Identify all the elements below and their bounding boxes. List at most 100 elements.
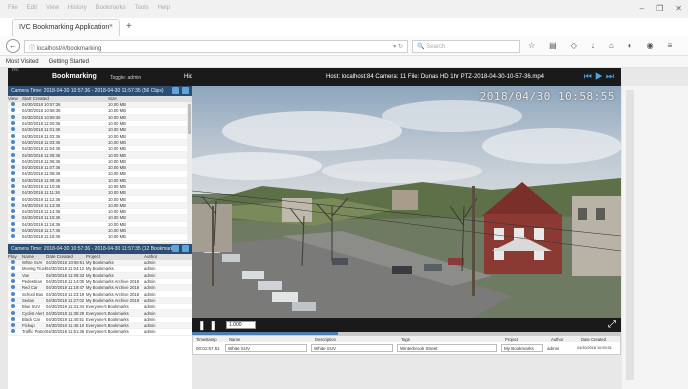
- view-clip-icon[interactable]: [8, 209, 22, 214]
- pause-icon[interactable]: ❚❚: [198, 320, 221, 330]
- menu-bookmarks[interactable]: Bookmarks: [96, 5, 126, 11]
- view-clip-icon[interactable]: [8, 228, 22, 233]
- view-clip-icon[interactable]: [8, 146, 22, 151]
- collapse-icon[interactable]: [172, 87, 179, 94]
- view-clip-icon[interactable]: [8, 202, 22, 208]
- bookmark-name: White SUV: [22, 260, 43, 266]
- close-tab-icon[interactable]: ×: [109, 23, 113, 30]
- url-bar[interactable]: ⓘ localhost/#/bookmarking ▾ ↻: [24, 40, 408, 53]
- tab-title: IVC Bookmarking Application: [19, 24, 110, 31]
- clip-size: 10.00 MB: [108, 152, 126, 158]
- view-clip-icon[interactable]: [8, 152, 22, 158]
- clip-size: 10.00 MB: [108, 221, 126, 227]
- play-bookmark-icon[interactable]: [8, 310, 22, 316]
- form-col-tags: Tags: [401, 336, 410, 342]
- star-icon[interactable]: ☆: [528, 41, 535, 50]
- view-clip-icon[interactable]: [8, 127, 22, 132]
- view-clip-icon[interactable]: [8, 158, 22, 164]
- play-bookmark-icon[interactable]: [8, 291, 22, 297]
- camera-view[interactable]: 2018/04/30 10:58:55: [192, 86, 621, 318]
- view-clip-icon[interactable]: [8, 190, 22, 195]
- play-bookmark-icon[interactable]: [8, 272, 22, 278]
- col-author[interactable]: Author: [144, 254, 174, 260]
- view-clip-icon[interactable]: [8, 196, 22, 202]
- view-clip-icon[interactable]: [8, 114, 22, 120]
- col-start-created[interactable]: Start Created: [22, 96, 108, 102]
- browser-tab[interactable]: IVC Bookmarking Application ×: [12, 19, 120, 36]
- reload-icon[interactable]: ▾ ↻: [393, 43, 403, 50]
- play-bookmark-icon[interactable]: [8, 266, 22, 271]
- collapse-icon[interactable]: [172, 245, 179, 252]
- clip-size: 10.00 MB: [108, 228, 126, 234]
- fullscreen-icon[interactable]: ⤢: [608, 319, 616, 330]
- view-clip-icon[interactable]: [8, 221, 22, 227]
- col-date-created[interactable]: Date Created: [46, 254, 86, 260]
- next-icon[interactable]: ⏭: [606, 71, 617, 81]
- bookmark-name-field[interactable]: White SUV: [225, 344, 307, 352]
- col-play[interactable]: Play: [8, 254, 22, 260]
- new-tab-icon[interactable]: +: [126, 21, 132, 32]
- play-icon[interactable]: ▶: [595, 71, 606, 81]
- play-bookmark-icon[interactable]: [8, 316, 22, 322]
- settings-icon[interactable]: [182, 87, 189, 94]
- menu-view[interactable]: View: [46, 5, 59, 11]
- library-icon[interactable]: ▤: [549, 41, 557, 50]
- download-icon[interactable]: ↓: [591, 41, 595, 50]
- home-icon[interactable]: ⌂: [609, 41, 614, 50]
- menu-help[interactable]: Help: [158, 5, 170, 11]
- maximize-icon[interactable]: ❐: [656, 4, 663, 13]
- bookmark-getting-started[interactable]: Getting Started: [49, 59, 89, 65]
- clips-scroll-thumb[interactable]: [188, 104, 191, 134]
- speed-select[interactable]: 1.000: [226, 321, 256, 329]
- back-icon[interactable]: ←: [6, 39, 20, 53]
- bookmark-most-visited[interactable]: Most Visited: [6, 59, 39, 65]
- play-bookmark-icon[interactable]: [8, 260, 22, 265]
- extension-icon[interactable]: ◐: [628, 41, 633, 50]
- view-clip-icon[interactable]: [8, 108, 22, 113]
- col-view[interactable]: View: [8, 96, 22, 102]
- view-clip-icon[interactable]: [8, 139, 22, 145]
- play-bookmark-icon[interactable]: [8, 297, 22, 303]
- user-toggle[interactable]: Toggle: admin: [110, 75, 141, 81]
- clips-table-body: 04/30/2018 10:57:36 10.00 MB 04/30/2018 10…: [8, 102, 192, 241]
- play-bookmark-icon[interactable]: [8, 304, 22, 309]
- col-project[interactable]: Project: [86, 254, 144, 260]
- menu-file[interactable]: File: [8, 5, 18, 11]
- bookmark-project: Everyone's Bookmarks: [86, 310, 129, 316]
- page-scrollbar[interactable]: [626, 90, 634, 380]
- view-clip-icon[interactable]: [8, 184, 22, 189]
- app-area: IVC Bookmarking Toggle: admin Hide Host:…: [0, 67, 688, 389]
- view-clip-icon[interactable]: [8, 133, 22, 139]
- view-clip-icon[interactable]: [8, 171, 22, 176]
- menu-tools[interactable]: Tools: [135, 5, 149, 11]
- settings-icon[interactable]: [182, 245, 189, 252]
- bookmark-project-select[interactable]: My Bookmarks: [501, 344, 543, 352]
- bookmark-tags-field[interactable]: Winterbrook Street: [397, 344, 497, 352]
- menu-history[interactable]: History: [68, 5, 87, 11]
- view-clip-icon[interactable]: [8, 102, 22, 107]
- menu-edit[interactable]: Edit: [27, 5, 37, 11]
- bookmark-date: 04/30/2018 11:23:18: [46, 291, 85, 297]
- play-bookmark-icon[interactable]: [8, 323, 22, 328]
- bookmarks-panel-title: Camera Time: 2018-04-30 10:57:36 - 2018-…: [11, 246, 178, 252]
- sync-icon[interactable]: ◉: [647, 41, 654, 50]
- bookmark-description-field[interactable]: White SUV: [311, 344, 393, 352]
- col-name[interactable]: Name: [22, 254, 46, 260]
- hamburger-menu-icon[interactable]: ≡: [668, 41, 673, 50]
- play-bookmark-icon[interactable]: [8, 279, 22, 284]
- prev-icon[interactable]: ⏮: [584, 71, 595, 81]
- pocket-icon[interactable]: ◇: [571, 41, 577, 50]
- view-clip-icon[interactable]: [8, 121, 22, 126]
- play-bookmark-icon[interactable]: [8, 285, 22, 290]
- view-clip-icon[interactable]: [8, 215, 22, 220]
- minimize-icon[interactable]: –: [640, 4, 644, 13]
- search-input[interactable]: 🔍 Search: [412, 40, 520, 53]
- close-window-icon[interactable]: ✕: [675, 4, 682, 13]
- col-size[interactable]: Size: [108, 96, 148, 102]
- play-bookmark-icon[interactable]: [8, 329, 22, 334]
- clip-row[interactable]: 04/30/2018 11:18:36 10.00 MB: [8, 234, 192, 241]
- view-clip-icon[interactable]: [8, 234, 22, 239]
- view-clip-icon[interactable]: [8, 177, 22, 183]
- view-clip-icon[interactable]: [8, 165, 22, 170]
- bookmark-row[interactable]: Traffic Patrol 04/30/2018 11:51:36 Everyon…: [8, 329, 192, 336]
